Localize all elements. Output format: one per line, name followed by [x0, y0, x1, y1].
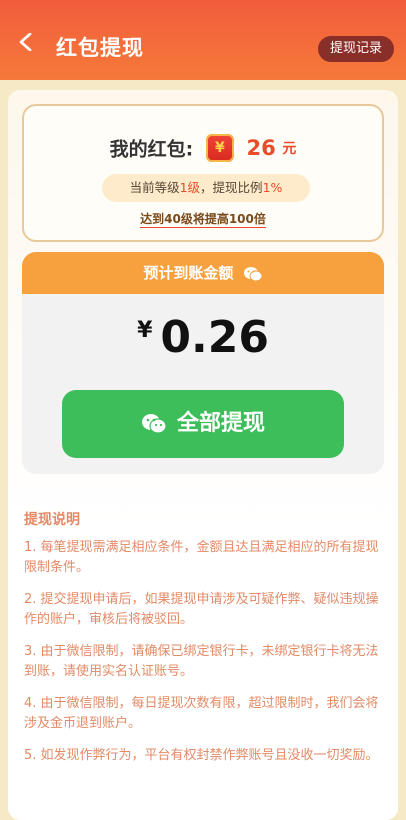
level-pill: 当前等级1级，提现比例1% — [102, 174, 310, 202]
balance-label: 我的红包: — [109, 138, 194, 161]
balance-amount: 26 — [246, 136, 276, 160]
estimate-amount: ¥0.26 — [137, 312, 269, 363]
note-item: 2. 提交提现申请后，如果提现申请涉及可疑作弊、疑似违规操作的账户，审核后将被驳… — [24, 592, 379, 627]
estimate-card: 预计到账金额 ¥0.26 全部提现 — [22, 252, 384, 474]
level-tip[interactable]: 达到40级将提高100倍 — [24, 210, 382, 228]
notes-title: 提现说明 — [24, 512, 80, 528]
header-bar: 红包提现 提现记录 — [0, 0, 406, 80]
estimate-header: 预计到账金额 — [22, 252, 384, 294]
page-title: 红包提现 — [56, 36, 144, 60]
ratio-value: 1% — [262, 180, 283, 195]
note-item: 4. 由于微信限制，每日提现次数有限，超过限制时，我们会将涉及金币退到账户。 — [24, 696, 379, 731]
balance-unit: 元 — [282, 141, 297, 157]
wechat-icon — [141, 414, 167, 434]
back-arrow-icon[interactable] — [18, 33, 34, 51]
red-envelope-coin-icon: ¥ — [205, 134, 234, 162]
note-item: 5. 如发现作弊行为，平台有权封禁作弊账号且没收一切奖励。 — [24, 748, 379, 763]
balance-row: 我的红包: ¥ 26 元 — [24, 134, 382, 162]
withdraw-notes: 提现说明 1. 每笔提现需满足相应条件，金额且达且满足相应的所有提现限制条件。 … — [24, 510, 384, 778]
withdraw-all-button[interactable]: 全部提现 — [62, 390, 344, 458]
balance-card: 我的红包: ¥ 26 元 当前等级1级，提现比例1% 达到40级将提高100倍 — [22, 104, 384, 242]
withdraw-record-button[interactable]: 提现记录 — [317, 36, 394, 62]
level-value: 1级 — [179, 180, 201, 195]
note-item: 3. 由于微信限制，请确保已绑定银行卡，未绑定银行卡将无法到账，请使用实名认证账… — [24, 644, 379, 679]
wechat-icon — [243, 266, 263, 281]
note-item: 1. 每笔提现需满足相应条件，金额且达且满足相应的所有提现限制条件。 — [24, 540, 379, 575]
